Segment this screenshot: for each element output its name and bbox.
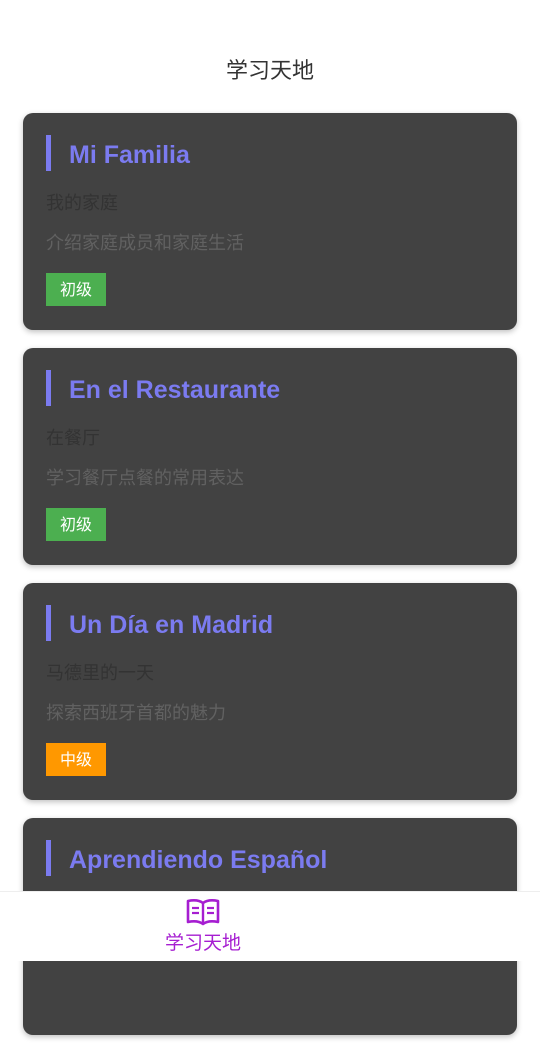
level-badge: 初级 [46, 273, 106, 306]
lesson-title: Aprendiendo Español [69, 846, 328, 874]
lesson-subtitle: 马德里的一天 [46, 663, 154, 684]
bottom-tab-bar: 学习天地 [0, 891, 540, 961]
lesson-description: 探索西班牙首都的魅力 [46, 703, 226, 724]
lesson-card[interactable]: Mi Familia 我的家庭 介绍家庭成员和家庭生活 初级 [23, 113, 517, 330]
lesson-card[interactable]: Un Día en Madrid 马德里的一天 探索西班牙首都的魅力 中级 [23, 583, 517, 800]
accent-bar [46, 840, 51, 876]
lesson-description: 学习餐厅点餐的常用表达 [46, 468, 244, 489]
tab-learning[interactable]: 学习天地 [160, 892, 246, 961]
page-title: 学习天地 [225, 59, 314, 84]
accent-bar [46, 135, 51, 171]
accent-bar [46, 370, 51, 406]
lesson-title: En el Restaurante [69, 376, 281, 404]
tab-label: 学习天地 [164, 932, 241, 954]
lesson-card[interactable]: En el Restaurante 在餐厅 学习餐厅点餐的常用表达 初级 [23, 348, 517, 565]
app-header: 学习天地 [0, 0, 540, 110]
lesson-subtitle: 我的家庭 [46, 193, 118, 214]
lesson-title: Un Día en Madrid [69, 611, 274, 639]
lesson-subtitle: 在餐厅 [46, 428, 100, 449]
accent-bar [46, 605, 51, 641]
open-book-icon [186, 899, 220, 926]
lesson-description: 介绍家庭成员和家庭生活 [46, 233, 244, 254]
level-badge: 中级 [46, 743, 106, 776]
lesson-title: Mi Familia [69, 141, 190, 169]
level-badge: 初级 [46, 508, 106, 541]
